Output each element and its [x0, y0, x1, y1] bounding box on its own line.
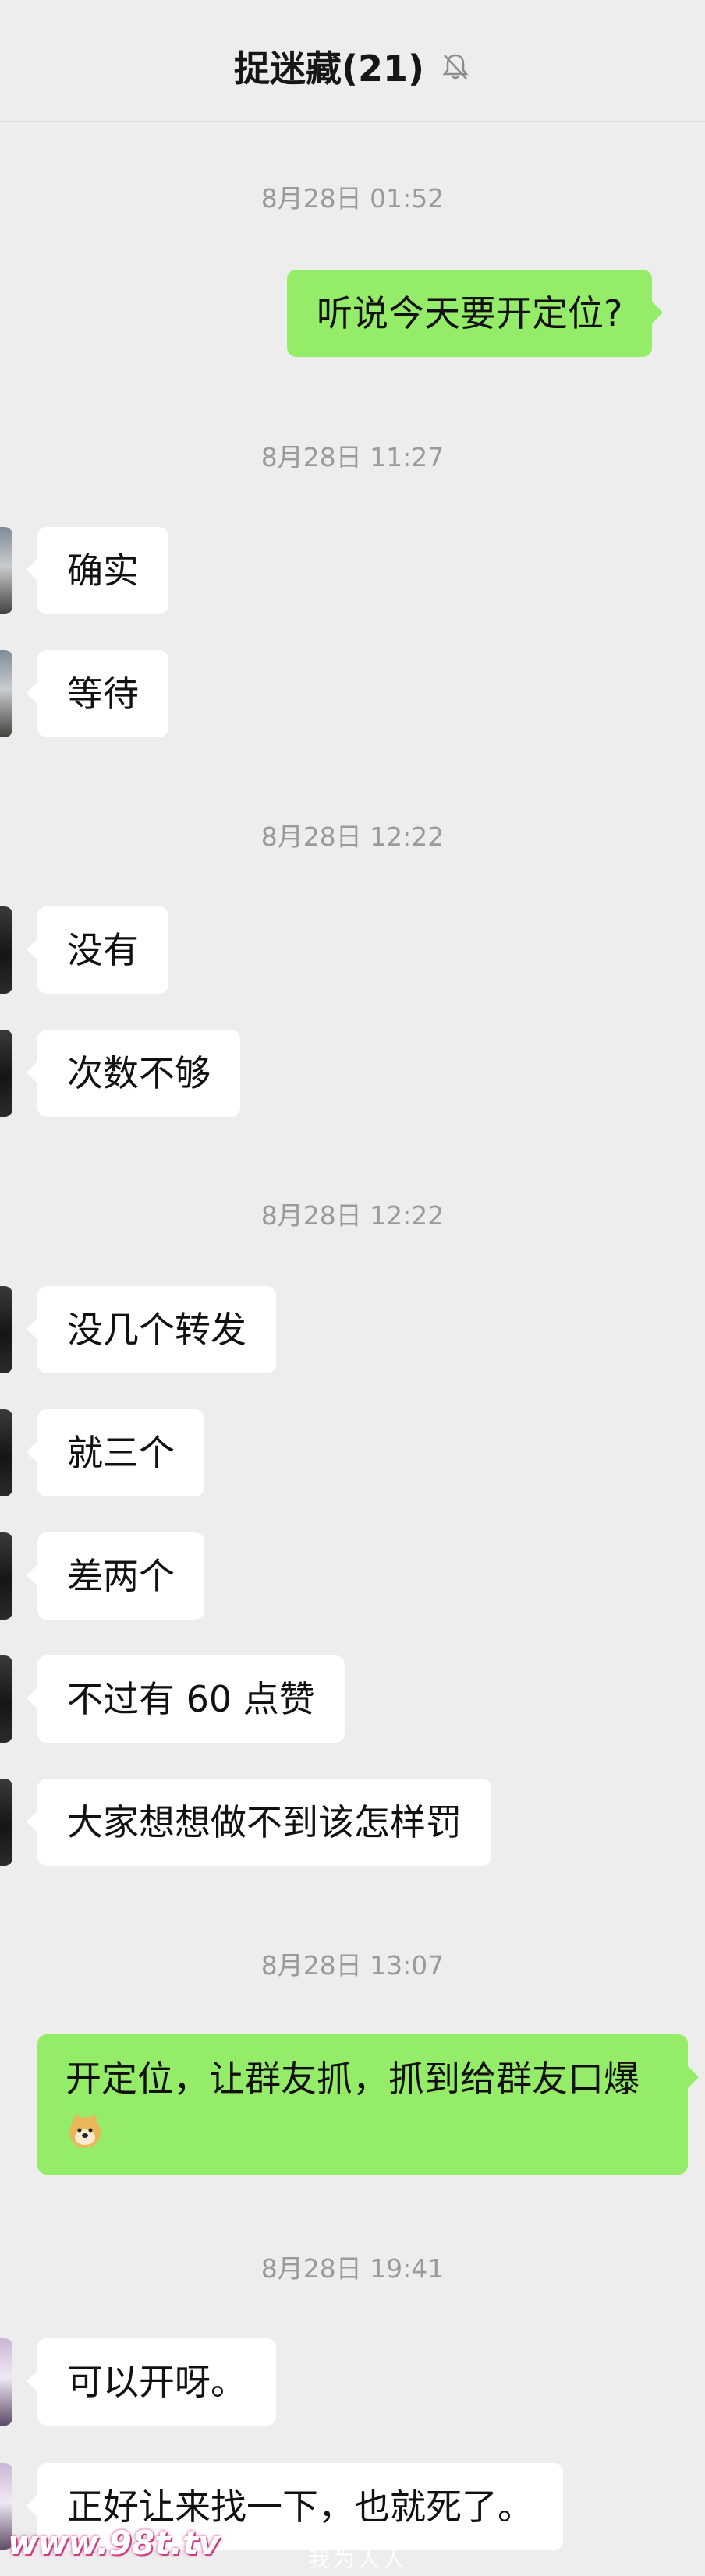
avatar[interactable]	[0, 906, 12, 994]
timestamp: 8月28日 12:22	[260, 1200, 445, 1231]
message-received[interactable]: 大家想想做不到该怎样罚	[27, 1779, 491, 1866]
avatar[interactable]	[0, 1532, 12, 1620]
message-received[interactable]: 确实	[27, 527, 168, 614]
avatar[interactable]	[0, 1030, 12, 1117]
chat-title[interactable]: 捉迷藏(21)	[234, 41, 424, 92]
message-received[interactable]: 就三个	[27, 1409, 204, 1496]
avatar[interactable]	[0, 1409, 12, 1496]
message-received[interactable]: 没有	[27, 906, 168, 994]
message-received[interactable]: 差两个	[27, 1532, 204, 1620]
doge-emoji-icon	[69, 2113, 101, 2148]
title-bar: 捉迷藏(21)	[0, 41, 705, 92]
chat-header: 捉迷藏(21)	[0, 0, 705, 122]
timestamp: 8月28日 01:52	[260, 183, 445, 214]
message-sent[interactable]: 听说今天要开定位?	[287, 270, 664, 357]
watermark-logo: www.98t.tv	[8, 2524, 220, 2562]
avatar[interactable]	[0, 1655, 12, 1743]
avatar[interactable]	[0, 527, 12, 614]
message-sent[interactable]: 开定位，让群友抓，抓到给群友口爆	[37, 2034, 699, 2175]
avatar[interactable]	[0, 1779, 12, 1866]
watermark-text: 我为人人	[308, 2546, 409, 2572]
message-text: 开定位，让群友抓，抓到给群友口爆	[66, 2058, 639, 2100]
timestamp: 8月28日 19:41	[260, 2253, 445, 2284]
message-received[interactable]: 等待	[27, 650, 168, 737]
avatar[interactable]	[0, 650, 12, 737]
message-received[interactable]: 没几个转发	[27, 1286, 276, 1373]
message-received[interactable]: 次数不够	[27, 1030, 240, 1117]
timestamp: 8月28日 12:22	[260, 822, 445, 852]
bell-off-icon	[442, 54, 469, 80]
avatar[interactable]	[0, 2338, 12, 2426]
avatar[interactable]	[0, 1286, 12, 1373]
message-received[interactable]: 不过有 60 点赞	[27, 1655, 345, 1743]
message-received[interactable]: 可以开呀。	[27, 2338, 276, 2426]
timestamp: 8月28日 13:07	[260, 1950, 445, 1981]
timestamp: 8月28日 11:27	[260, 442, 445, 472]
